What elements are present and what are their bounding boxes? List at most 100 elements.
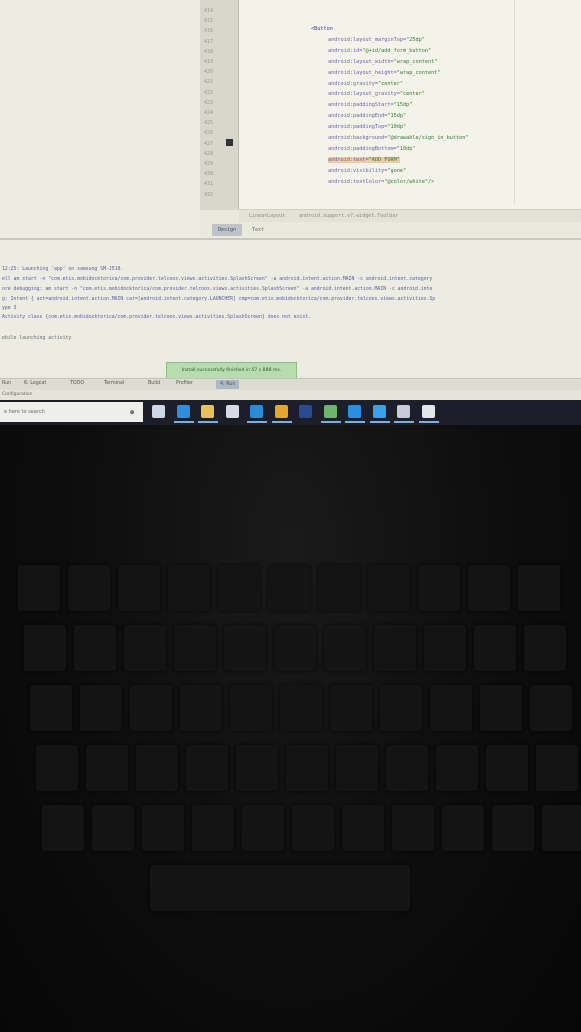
keyboard-key <box>130 685 172 731</box>
tool-window-build[interactable]: Build <box>148 381 160 386</box>
keyboard-key <box>424 625 466 671</box>
keyboard-key <box>224 625 266 671</box>
status-bar: Configuration <box>0 390 581 400</box>
tool-window-todo[interactable]: TODO <box>70 381 84 386</box>
line-number: 415 <box>204 18 214 25</box>
keyboard-key <box>380 685 422 731</box>
keyboard-key <box>292 805 334 851</box>
code-line: android:paddingTop="10dp" <box>328 124 407 131</box>
mail-icon[interactable] <box>250 405 263 418</box>
chrome-icon[interactable] <box>274 405 288 418</box>
vs-icon[interactable] <box>372 405 386 418</box>
tool-window-terminal[interactable]: Terminal <box>104 381 124 386</box>
keyboard-key <box>174 625 216 671</box>
store-icon[interactable] <box>225 405 239 418</box>
line-number: 427 <box>204 140 214 147</box>
tool-window-logcat[interactable]: 6: Logcat <box>24 381 46 386</box>
line-number: 419 <box>204 59 214 65</box>
line-number: 423 <box>204 99 214 106</box>
tool-window-run[interactable]: Run <box>2 381 11 386</box>
keyboard-key <box>24 625 66 671</box>
line-number: 418 <box>204 48 214 55</box>
running-indicator <box>345 421 365 423</box>
line-number: 432 <box>204 191 214 198</box>
console-line: 12:25: Launching 'app' on samsung SM-J51… <box>2 267 124 272</box>
code-line: android:layout_gravity="center" <box>328 91 425 98</box>
vscode-icon[interactable] <box>348 405 361 418</box>
task-view-icon[interactable] <box>152 405 165 418</box>
laptop-keyboard-dark <box>0 425 581 1032</box>
keyboard-key <box>518 565 560 611</box>
line-number: 422 <box>204 89 214 96</box>
keyboard-key <box>330 685 372 731</box>
keyboard-key <box>486 745 528 791</box>
settings-app-icon[interactable] <box>421 405 435 418</box>
keyboard-key <box>36 745 78 791</box>
breakpoint-marker[interactable] <box>226 139 233 146</box>
tab-design[interactable]: Design <box>212 224 242 236</box>
keyboard-key <box>542 805 581 851</box>
search-placeholder: e here to search <box>4 409 45 415</box>
photoshop-icon[interactable] <box>299 405 312 418</box>
keyboard-key <box>42 805 84 851</box>
running-indicator <box>271 421 292 423</box>
app-icon[interactable] <box>397 405 410 418</box>
line-number-gutter: 414 415 416 417 418 419 420 421 422 423 424 425 426 4… <box>200 0 239 210</box>
keyboard-key <box>430 685 472 731</box>
code-line: android:background="@drawable/sign_in_bu… <box>328 135 469 141</box>
keyboard-key <box>242 805 284 851</box>
breadcrumb-item-toolbar[interactable]: android.support.v7.widget.Toolbar <box>299 213 398 219</box>
keyboard-key <box>18 565 60 611</box>
line-number: 414 <box>204 8 214 14</box>
tool-window-run-active[interactable]: 4: Run <box>216 380 240 389</box>
running-indicator <box>198 421 218 423</box>
running-indicator <box>320 421 341 423</box>
run-console[interactable]: 12:25: Launching 'app' on samsung SM-J51… <box>0 240 581 376</box>
code-line: android:paddingEnd="15dp" <box>328 113 407 120</box>
console-line: ebile launching activity <box>2 336 72 341</box>
tool-window-profiler[interactable]: Profiler <box>176 381 193 386</box>
line-number: 426 <box>204 130 214 137</box>
code-line: android:layout_width="wrap_content" <box>328 58 438 65</box>
keyboard-key <box>180 685 222 731</box>
line-number: 429 <box>204 161 214 167</box>
keyboard-key <box>324 625 366 671</box>
code-line: android:layout_marginTop="25dp" <box>328 36 425 43</box>
indent-guide <box>514 0 515 205</box>
line-number: 431 <box>204 181 214 188</box>
windows-taskbar: e here to search ● <box>0 400 581 425</box>
keyboard-key <box>30 685 72 731</box>
breadcrumb-item-linearlayout[interactable]: LinearLayout <box>249 213 285 219</box>
line-number: 424 <box>204 110 214 116</box>
code-line: android:textColor="@color/white"/> <box>328 178 435 185</box>
taskbar-search-box[interactable]: e here to search ● <box>0 402 143 422</box>
keyboard-key <box>392 805 434 851</box>
android-studio-icon[interactable] <box>323 405 337 418</box>
install-success-toast[interactable]: Install successfully finished in 57 s 88… <box>166 362 297 379</box>
project-panel <box>0 0 200 238</box>
code-line: android:id="@+id/add_form_button" <box>328 47 432 54</box>
code-line: <Button <box>311 26 333 32</box>
keyboard-key <box>474 625 516 671</box>
line-number: 421 <box>204 79 214 86</box>
keyboard-key <box>480 685 522 731</box>
file-explorer-icon[interactable] <box>201 405 214 418</box>
running-indicator <box>394 421 414 423</box>
line-number: 420 <box>204 69 214 76</box>
keyboard-key <box>186 745 228 791</box>
keyboard-key <box>68 565 110 611</box>
status-text: Configuration <box>2 392 33 397</box>
code-line: android:text="ADD FORM" <box>328 156 400 163</box>
keyboard-key <box>492 805 534 851</box>
keyboard-key <box>468 565 510 611</box>
edge-icon[interactable] <box>176 405 190 418</box>
keyboard-key <box>386 745 428 791</box>
line-number: 425 <box>204 120 214 127</box>
microphone-icon[interactable]: ● <box>130 408 134 416</box>
console-line: g: Intent { act=android.intent.action.MA… <box>2 297 436 302</box>
tab-text[interactable]: Text <box>244 224 272 236</box>
keyboard-key <box>530 685 572 731</box>
running-indicator <box>173 421 194 423</box>
keyboard-spacebar <box>150 865 410 911</box>
code-editor[interactable]: <Button android:layout_marginTop="25dp"an… <box>239 0 581 210</box>
